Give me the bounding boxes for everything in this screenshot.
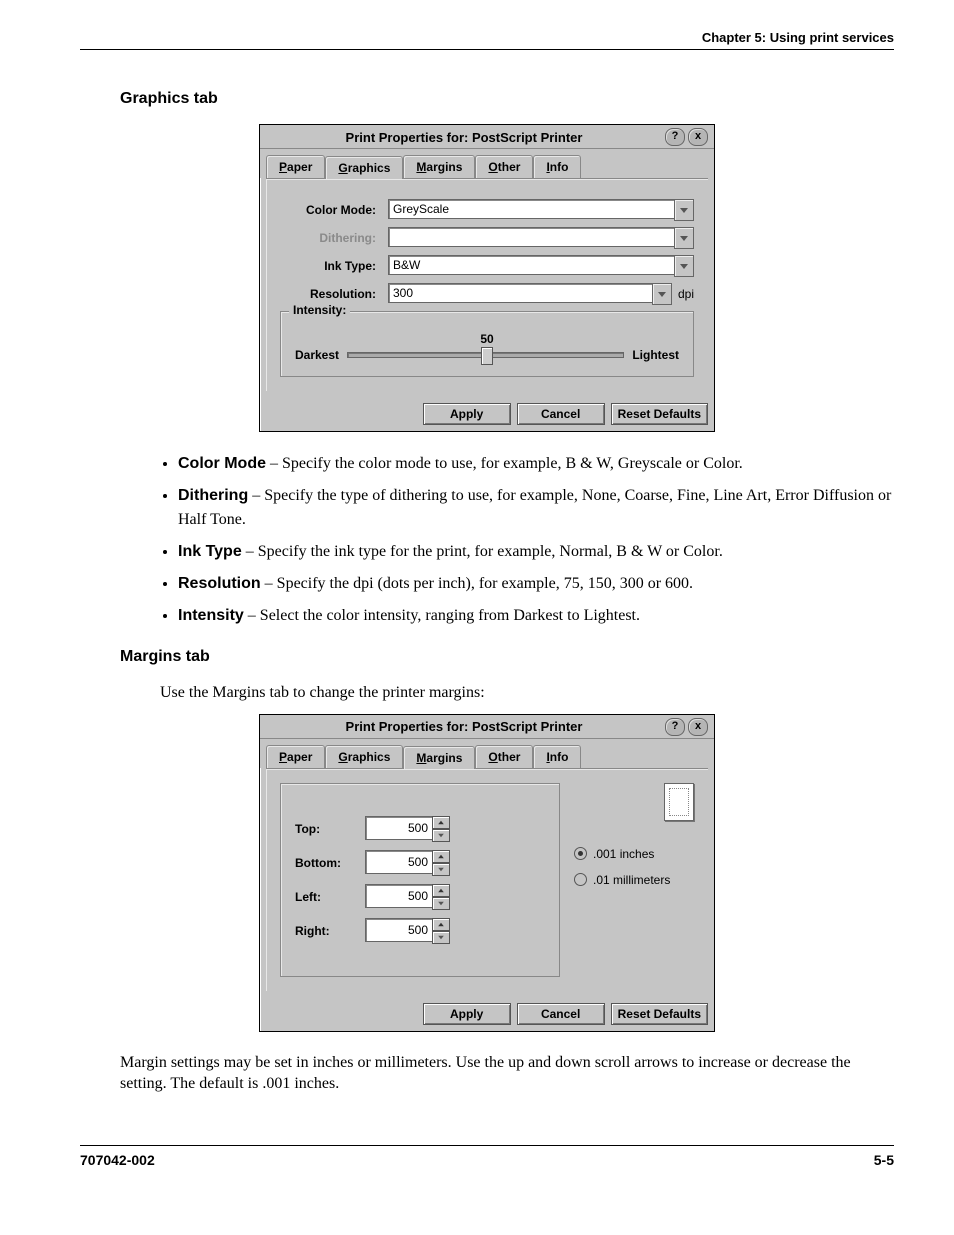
tab-paper[interactable]: Paper	[266, 745, 325, 768]
graphics-panel: Color Mode: Dithering: Ink Type: Resolut…	[266, 178, 708, 391]
tab-other[interactable]: Other	[475, 155, 533, 178]
margin-right-input[interactable]	[365, 918, 433, 942]
spin-up-icon[interactable]	[432, 816, 450, 829]
intensity-label: Intensity:	[289, 303, 350, 317]
tab-info[interactable]: Info	[533, 155, 581, 178]
apply-button[interactable]: Apply	[423, 1003, 511, 1025]
tab-other[interactable]: Other	[475, 745, 533, 768]
list-item: Intensity – Select the color intensity, …	[178, 604, 894, 628]
intensity-slider[interactable]	[347, 352, 624, 358]
ink-type-input[interactable]	[388, 255, 675, 275]
margin-left-label: Left:	[295, 890, 365, 904]
resolution-label: Resolution:	[280, 287, 388, 301]
help-icon[interactable]: ?	[665, 718, 685, 736]
dithering-input[interactable]	[388, 227, 675, 247]
dropdown-icon[interactable]	[674, 227, 694, 249]
spin-down-icon[interactable]	[432, 931, 450, 944]
close-icon[interactable]: x	[688, 128, 708, 146]
list-item: Dithering – Specify the type of ditherin…	[178, 484, 894, 532]
dropdown-icon[interactable]	[674, 199, 694, 221]
section-heading-margins: Margins tab	[120, 648, 894, 666]
margin-left-input[interactable]	[365, 884, 433, 908]
reset-defaults-button[interactable]: Reset Defaults	[611, 1003, 708, 1025]
radio-icon	[574, 847, 587, 860]
color-mode-label: Color Mode:	[280, 203, 388, 217]
dropdown-icon[interactable]	[652, 283, 672, 305]
units-inches-label: .001 inches	[593, 847, 654, 861]
dithering-label: Dithering:	[280, 231, 388, 245]
tab-graphics[interactable]: Graphics	[325, 156, 403, 179]
dialog-title: Print Properties for: PostScript Printer	[266, 719, 662, 734]
print-properties-dialog-graphics: Print Properties for: PostScript Printer…	[259, 124, 715, 432]
margin-bottom-input[interactable]	[365, 850, 433, 874]
slider-darkest-label: Darkest	[295, 348, 339, 362]
graphics-bullet-list: Color Mode – Specify the color mode to u…	[160, 452, 894, 628]
help-icon[interactable]: ?	[665, 128, 685, 146]
tab-margins[interactable]: Margins	[403, 746, 475, 769]
margin-top-input[interactable]	[365, 816, 433, 840]
apply-button[interactable]: Apply	[423, 403, 511, 425]
tab-margins[interactable]: Margins	[403, 155, 475, 178]
spin-down-icon[interactable]	[432, 897, 450, 910]
radio-icon	[574, 873, 587, 886]
units-mm-label: .01 millimeters	[593, 873, 670, 887]
spin-up-icon[interactable]	[432, 850, 450, 863]
cancel-button[interactable]: Cancel	[517, 1003, 605, 1025]
list-item: Ink Type – Specify the ink type for the …	[178, 540, 894, 564]
margins-panel: Top: Bottom:	[266, 768, 708, 991]
section-heading-graphics: Graphics tab	[120, 90, 894, 108]
margins-group: Top: Bottom:	[280, 783, 560, 977]
dialog-title: Print Properties for: PostScript Printer	[266, 130, 662, 145]
footer-left: 707042-002	[80, 1152, 155, 1168]
dropdown-icon[interactable]	[674, 255, 694, 277]
margins-intro: Use the Margins tab to change the printe…	[160, 682, 894, 704]
color-mode-input[interactable]	[388, 199, 675, 219]
print-properties-dialog-margins: Print Properties for: PostScript Printer…	[259, 714, 715, 1032]
spin-up-icon[interactable]	[432, 884, 450, 897]
footer-right: 5-5	[874, 1152, 894, 1168]
units-mm-radio[interactable]: .01 millimeters	[574, 873, 694, 887]
dialog-titlebar: Print Properties for: PostScript Printer…	[260, 715, 714, 739]
slider-thumb-icon[interactable]	[481, 347, 493, 365]
spin-down-icon[interactable]	[432, 863, 450, 876]
page-preview-icon	[664, 783, 694, 821]
spin-down-icon[interactable]	[432, 829, 450, 842]
margins-note: Margin settings may be set in inches or …	[120, 1052, 894, 1095]
tab-info[interactable]: Info	[533, 745, 581, 768]
reset-defaults-button[interactable]: Reset Defaults	[611, 403, 708, 425]
units-inches-radio[interactable]: .001 inches	[574, 847, 694, 861]
ink-type-label: Ink Type:	[280, 259, 388, 273]
close-icon[interactable]: x	[688, 718, 708, 736]
spin-up-icon[interactable]	[432, 918, 450, 931]
tab-paper[interactable]: Paper	[266, 155, 325, 178]
dialog-tabs: Paper Graphics Margins Other Info	[260, 149, 714, 178]
intensity-group: Intensity: 50 Darkest Lightest	[280, 311, 694, 377]
slider-lightest-label: Lightest	[632, 348, 679, 362]
margin-top-label: Top:	[295, 822, 365, 836]
margin-bottom-label: Bottom:	[295, 856, 365, 870]
resolution-unit: dpi	[678, 287, 694, 301]
dialog-titlebar: Print Properties for: PostScript Printer…	[260, 125, 714, 149]
resolution-input[interactable]	[388, 283, 653, 303]
margin-right-label: Right:	[295, 924, 365, 938]
chapter-header: Chapter 5: Using print services	[80, 30, 894, 50]
list-item: Color Mode – Specify the color mode to u…	[178, 452, 894, 476]
list-item: Resolution – Specify the dpi (dots per i…	[178, 572, 894, 596]
intensity-value: 50	[295, 332, 679, 346]
tab-graphics[interactable]: Graphics	[325, 745, 403, 768]
cancel-button[interactable]: Cancel	[517, 403, 605, 425]
